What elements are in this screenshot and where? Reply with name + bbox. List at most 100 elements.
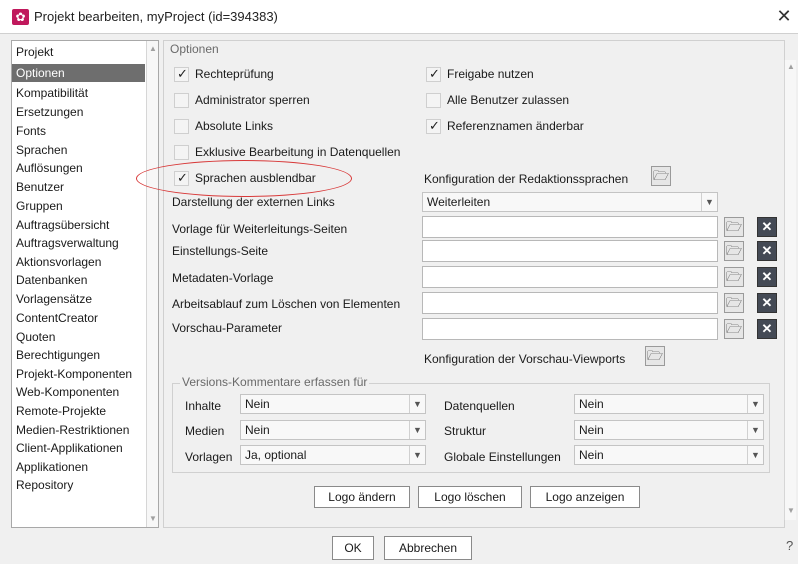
title-bar: ✿ Projekt bearbeiten, myProject (id=3943… xyxy=(0,0,798,34)
vorlagen-select[interactable]: Ja, optional ▼ xyxy=(240,445,426,465)
rechtepruefung-label: Rechteprüfung xyxy=(195,67,274,81)
vorlagen-value: Ja, optional xyxy=(245,448,307,462)
alle-benutzer-label: Alle Benutzer zulassen xyxy=(447,93,570,107)
nav-item-optionen[interactable]: Optionen xyxy=(12,64,145,82)
nav-item-auftragsuebersicht[interactable]: Auftragsübersicht xyxy=(16,216,144,234)
arbeitsablauf-loeschen-label: Arbeitsablauf zum Löschen von Elementen xyxy=(172,297,401,311)
logo-loeschen-button[interactable]: Logo löschen xyxy=(418,486,522,508)
logo-anzeigen-button[interactable]: Logo anzeigen xyxy=(530,486,640,508)
darstellung-value: Weiterleiten xyxy=(427,195,491,209)
nav-item-repository[interactable]: Repository xyxy=(16,476,144,494)
exklusive-bearbeitung-checkbox[interactable] xyxy=(174,145,189,160)
metadaten-vorlage-field[interactable] xyxy=(422,266,718,288)
remove-icon[interactable]: ✕ xyxy=(757,267,777,287)
nav-item-projekt[interactable]: Projekt xyxy=(16,43,144,61)
remove-icon[interactable]: ✕ xyxy=(757,319,777,339)
chevron-down-icon: ▼ xyxy=(747,395,763,413)
nav-item-aufloesungen[interactable]: Auflösungen xyxy=(16,159,144,177)
app-gear-icon: ✿ xyxy=(12,9,29,25)
darstellung-externe-links-select[interactable]: Weiterleiten ▼ xyxy=(422,192,718,212)
nav-item-applikationen[interactable]: Applikationen xyxy=(16,458,144,476)
vorschau-parameter-field[interactable] xyxy=(422,318,718,340)
scroll-up-icon[interactable]: ▲ xyxy=(148,43,158,55)
freigabe-label: Freigabe nutzen xyxy=(447,67,534,81)
nav-item-remote-projekte[interactable]: Remote-Projekte xyxy=(16,402,144,420)
konfig-viewports-label: Konfiguration der Vorschau-Viewports xyxy=(424,352,626,366)
vorlagen-label: Vorlagen xyxy=(185,450,233,464)
nav-item-aktionsvorlagen[interactable]: Aktionsvorlagen xyxy=(16,253,144,271)
einstellungs-seite-field[interactable] xyxy=(422,240,718,262)
chevron-down-icon: ▼ xyxy=(409,395,425,413)
referenznamen-checkbox[interactable] xyxy=(426,118,441,134)
nav-item-quoten[interactable]: Quoten xyxy=(16,328,144,346)
remove-icon[interactable]: ✕ xyxy=(757,217,777,237)
alle-benutzer-checkbox[interactable] xyxy=(426,93,441,108)
vorschau-parameter-label: Vorschau-Parameter xyxy=(172,321,283,335)
nav-item-medien-restriktionen[interactable]: Medien-Restriktionen xyxy=(16,421,144,439)
vorlage-weiterleitung-label: Vorlage für Weiterleitungs-Seiten xyxy=(172,222,348,236)
nav-item-kompatibilitaet[interactable]: Kompatibilität xyxy=(16,84,144,102)
nav-item-vorlagensaetze[interactable]: Vorlagensätze xyxy=(16,290,144,308)
ok-button[interactable]: OK xyxy=(332,536,374,560)
nav-item-sprachen[interactable]: Sprachen xyxy=(16,141,144,159)
folder-open-icon[interactable]: 🗁 xyxy=(724,319,744,339)
folder-open-icon[interactable]: 🗁 xyxy=(724,293,744,313)
close-window-button[interactable]: ✕ xyxy=(774,6,794,26)
struktur-label: Struktur xyxy=(444,424,487,438)
scroll-down-icon[interactable]: ▼ xyxy=(786,506,796,518)
nav-item-gruppen[interactable]: Gruppen xyxy=(16,197,144,215)
metadaten-vorlage-label: Metadaten-Vorlage xyxy=(172,271,274,285)
nav-item-contentcreator[interactable]: ContentCreator xyxy=(16,309,144,327)
nav-item-berechtigungen[interactable]: Berechtigungen xyxy=(16,346,144,364)
struktur-select[interactable]: Nein ▼ xyxy=(574,420,764,440)
referenznamen-label: Referenznamen änderbar xyxy=(447,119,584,133)
inhalte-select[interactable]: Nein ▼ xyxy=(240,394,426,414)
folder-open-icon[interactable]: 🗁 xyxy=(651,166,671,186)
folder-open-icon[interactable]: 🗁 xyxy=(645,346,665,366)
chevron-down-icon: ▼ xyxy=(409,421,425,439)
chevron-down-icon: ▼ xyxy=(409,446,425,464)
help-icon[interactable]: ? xyxy=(786,538,793,553)
options-scrollbar[interactable]: ▲ ▼ xyxy=(784,60,796,520)
nav-scrollbar[interactable]: ▲ ▼ xyxy=(146,41,158,527)
nav-item-web-komponenten[interactable]: Web-Komponenten xyxy=(16,383,144,401)
admin-sperren-label: Administrator sperren xyxy=(195,93,310,107)
globale-einstellungen-value: Nein xyxy=(579,448,604,462)
folder-open-icon[interactable]: 🗁 xyxy=(724,241,744,261)
admin-sperren-checkbox[interactable] xyxy=(174,93,189,108)
nav-item-benutzer[interactable]: Benutzer xyxy=(16,178,144,196)
medien-label: Medien xyxy=(185,424,225,438)
inhalte-label: Inhalte xyxy=(185,399,222,413)
scroll-down-icon[interactable]: ▼ xyxy=(148,513,158,525)
folder-open-icon[interactable]: 🗁 xyxy=(724,267,744,287)
scroll-up-icon[interactable]: ▲ xyxy=(786,62,796,74)
rechtepruefung-checkbox[interactable] xyxy=(174,66,189,82)
highlight-ellipse xyxy=(136,160,352,197)
datenquellen-label: Datenquellen xyxy=(444,399,515,413)
nav-item-fonts[interactable]: Fonts xyxy=(16,122,144,140)
remove-icon[interactable]: ✕ xyxy=(757,241,777,261)
options-legend: Optionen xyxy=(168,42,221,56)
nav-item-auftragsverwaltung[interactable]: Auftragsverwaltung xyxy=(16,234,144,252)
nav-item-projekt-komponenten[interactable]: Projekt-Komponenten xyxy=(16,365,144,383)
freigabe-checkbox[interactable] xyxy=(426,66,441,82)
datenquellen-select[interactable]: Nein ▼ xyxy=(574,394,764,414)
window-title: Projekt bearbeiten, myProject (id=394383… xyxy=(34,9,278,24)
nav-item-client-applikationen[interactable]: Client-Applikationen xyxy=(16,439,144,457)
nav-item-ersetzungen[interactable]: Ersetzungen xyxy=(16,103,144,121)
globale-einstellungen-label: Globale Einstellungen xyxy=(444,450,561,464)
arbeitsablauf-loeschen-field[interactable] xyxy=(422,292,718,314)
darstellung-externe-links-label: Darstellung der externen Links xyxy=(172,195,335,209)
remove-icon[interactable]: ✕ xyxy=(757,293,777,313)
abbrechen-button[interactable]: Abbrechen xyxy=(384,536,472,560)
einstellungs-seite-label: Einstellungs-Seite xyxy=(172,244,269,258)
chevron-down-icon: ▼ xyxy=(701,193,717,211)
absolute-links-checkbox[interactable] xyxy=(174,119,189,134)
globale-einstellungen-select[interactable]: Nein ▼ xyxy=(574,445,764,465)
logo-aendern-button[interactable]: Logo ändern xyxy=(314,486,410,508)
nav-item-datenbanken[interactable]: Datenbanken xyxy=(16,271,144,289)
medien-select[interactable]: Nein ▼ xyxy=(240,420,426,440)
folder-open-icon[interactable]: 🗁 xyxy=(724,217,744,237)
vorlage-weiterleitung-field[interactable] xyxy=(422,216,718,238)
inhalte-value: Nein xyxy=(245,397,270,411)
